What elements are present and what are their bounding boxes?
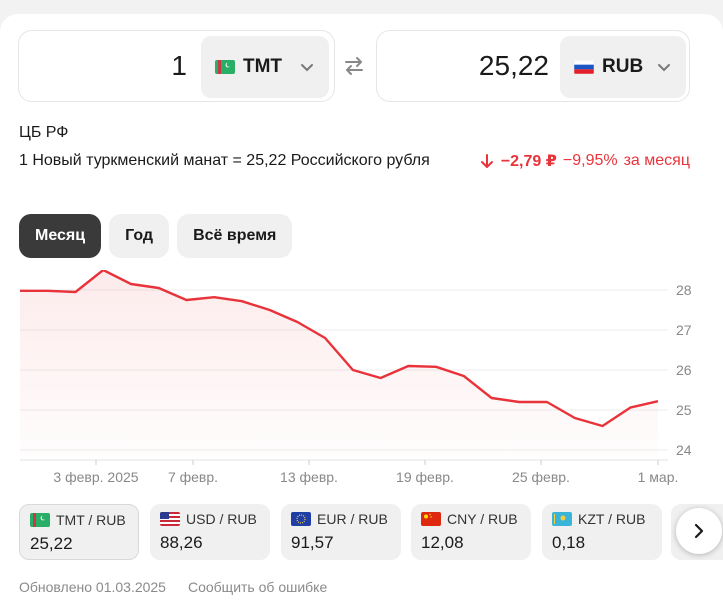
next-pairs-button[interactable] <box>676 508 722 554</box>
pair-label: TMT / RUB <box>56 512 126 528</box>
rate-source: ЦБ РФ <box>19 124 69 141</box>
x-tick-label: 19 февр. <box>396 469 454 485</box>
y-tick-label: 24 <box>676 442 692 458</box>
tab-year[interactable]: Год <box>109 214 170 258</box>
kazakhstan-flag-icon <box>552 512 572 526</box>
x-tick-label: 7 февр. <box>168 469 218 485</box>
turkmenistan-flag-icon <box>215 60 235 74</box>
pair-label: USD / RUB <box>186 511 257 527</box>
rate-chart: 28 27 26 25 24 3 февр. 2025 7 февр. 13 февр. 19 … <box>19 270 692 485</box>
x-tick-label: 13 февр. <box>280 469 338 485</box>
pair-value: 88,26 <box>160 533 203 552</box>
swap-icon[interactable] <box>342 54 366 78</box>
pair-eur-rub[interactable]: EUR / RUB 91,57 <box>281 504 401 560</box>
from-currency-box: 1 TMT <box>18 30 335 102</box>
y-tick-label: 28 <box>676 282 692 298</box>
report-error-link[interactable]: Сообщить об ошибке <box>188 579 327 595</box>
updated-text: Обновлено 01.03.2025 <box>19 579 166 595</box>
x-tick-label: 1 мар. <box>638 469 679 485</box>
pair-tmt-rub[interactable]: TMT / RUB 25,22 <box>19 504 139 560</box>
footer: Обновлено 01.03.2025 Сообщить об ошибке <box>19 579 327 595</box>
currency-pairs-list: TMT / RUB 25,22 USD / RUB 88,26 EUR / RU… <box>19 504 723 562</box>
from-currency-select[interactable]: TMT <box>201 36 329 98</box>
pair-cny-rub[interactable]: CNY / RUB 12,08 <box>411 504 531 560</box>
to-amount-input[interactable]: 25,22 <box>387 31 549 101</box>
chevron-down-icon <box>301 64 313 72</box>
pair-kzt-rub[interactable]: KZT / RUB 0,18 <box>542 504 662 560</box>
tab-all-time[interactable]: Всё время <box>177 214 293 258</box>
turkmenistan-flag-icon <box>30 513 50 527</box>
usa-flag-icon <box>160 512 180 526</box>
arrow-down-icon <box>480 154 493 168</box>
chevron-down-icon <box>658 64 670 72</box>
pair-value: 0,18 <box>552 533 586 552</box>
pair-value: 12,08 <box>421 533 464 552</box>
x-tick-label: 3 февр. 2025 <box>53 469 138 485</box>
rate-description: 1 Новый туркменский манат = 25,22 Россий… <box>19 152 430 169</box>
chevron-right-icon <box>694 523 704 539</box>
pair-label: KZT / RUB <box>578 511 646 527</box>
to-currency-box: 25,22 RUB <box>376 30 690 102</box>
change-absolute: −2,79 ₽ <box>500 153 557 170</box>
change-percent: −9,95% <box>562 152 618 169</box>
tab-month[interactable]: Месяц <box>19 214 102 258</box>
pair-label: EUR / RUB <box>317 511 388 527</box>
y-tick-label: 25 <box>676 402 692 418</box>
period-tabs: Месяц Год Всё время <box>19 214 293 258</box>
pair-usd-rub[interactable]: USD / RUB 88,26 <box>150 504 270 560</box>
y-tick-label: 27 <box>676 322 692 338</box>
eu-flag-icon <box>291 512 311 526</box>
china-flag-icon <box>421 512 441 526</box>
pair-value: 25,22 <box>30 534 73 553</box>
to-currency-code: RUB <box>602 56 644 77</box>
change-period: за месяц <box>623 152 690 169</box>
from-currency-code: TMT <box>243 56 283 77</box>
y-tick-label: 26 <box>676 362 692 378</box>
pair-label: CNY / RUB <box>447 511 518 527</box>
pair-value: 91,57 <box>291 533 334 552</box>
chart-area-fill <box>20 270 658 458</box>
rate-change: −2,79 ₽ −9,95% за месяц <box>479 151 690 171</box>
russia-flag-icon <box>574 60 594 74</box>
to-currency-select[interactable]: RUB <box>560 36 686 98</box>
from-amount-input[interactable]: 1 <box>29 31 187 101</box>
x-tick-label: 25 февр. <box>512 469 570 485</box>
